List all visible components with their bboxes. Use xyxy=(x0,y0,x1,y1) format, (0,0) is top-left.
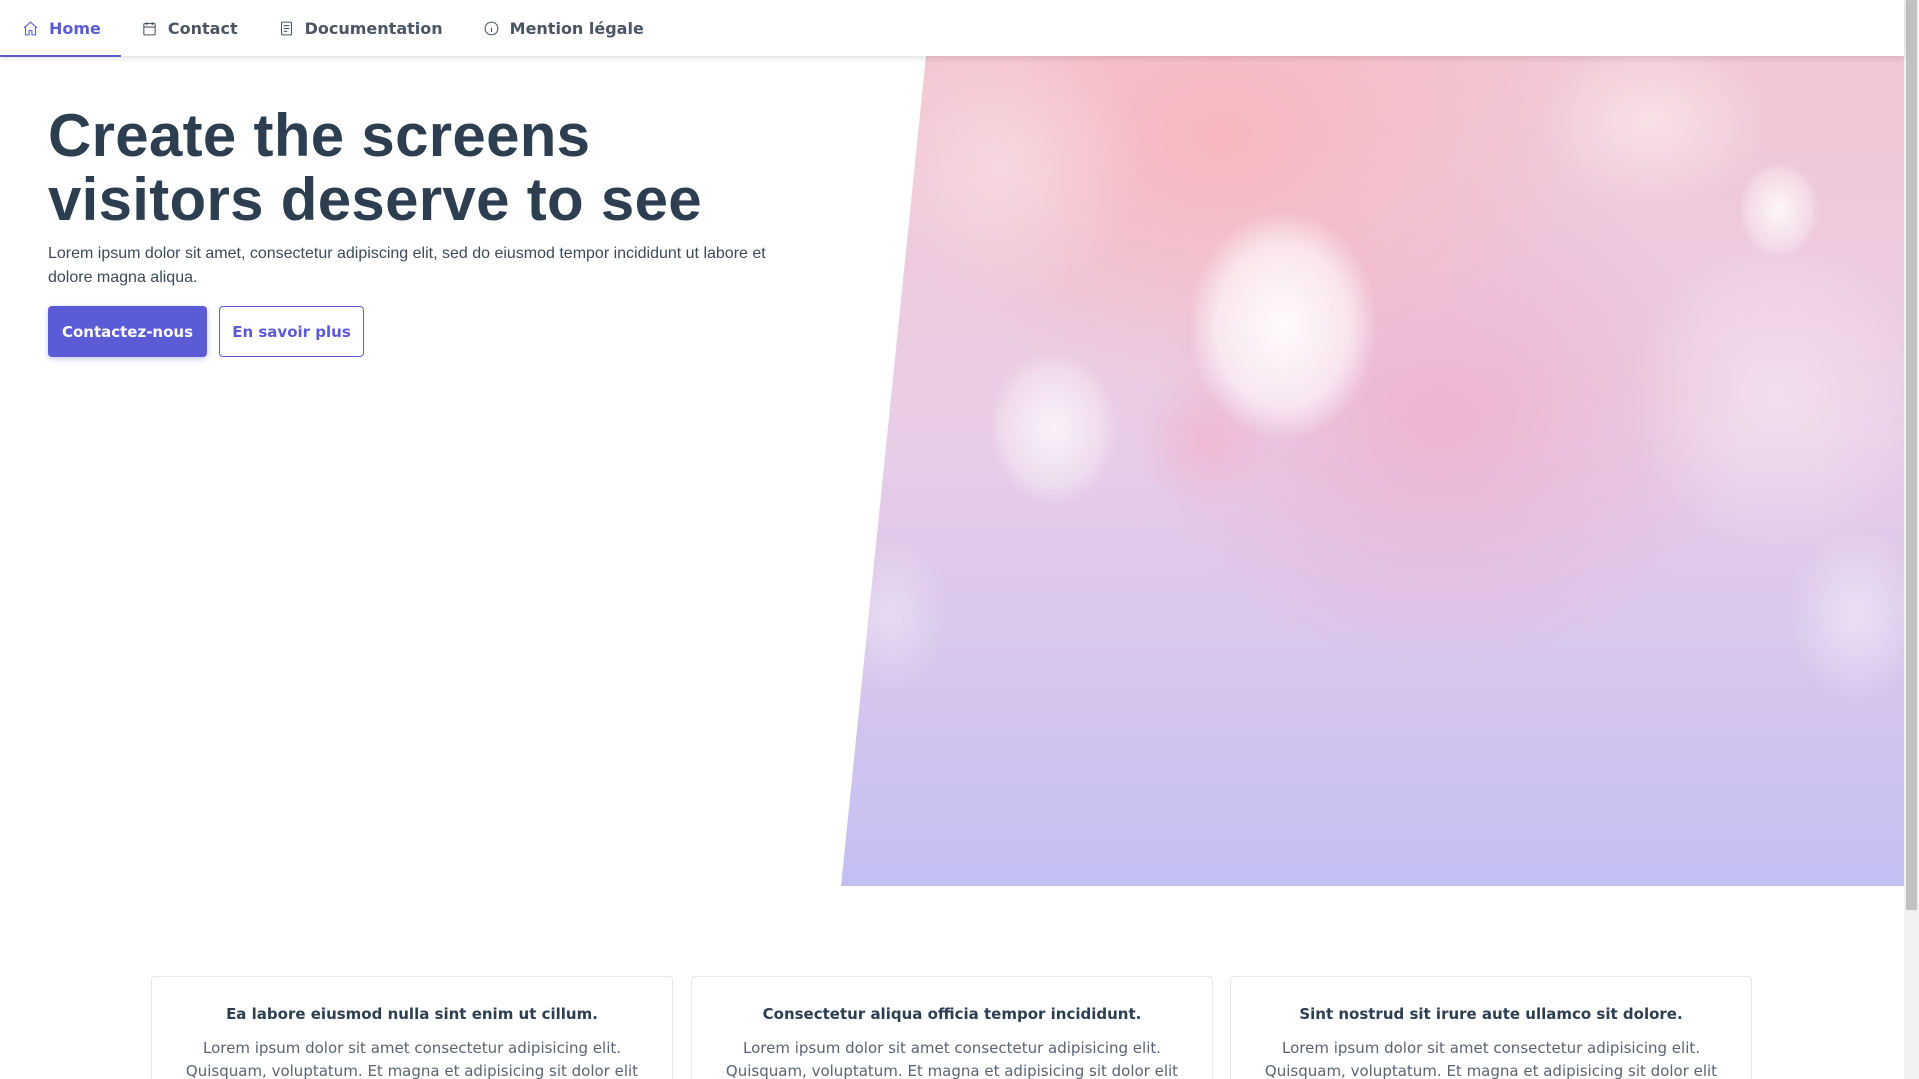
hero-section: Create the screens visitors deserve to s… xyxy=(0,56,1904,886)
feature-card-title: Consectetur aliqua officia tempor incidi… xyxy=(762,1005,1142,1023)
nav-item-home[interactable]: Home xyxy=(0,0,121,57)
contact-us-button[interactable]: Contactez-nous xyxy=(48,306,207,357)
feature-cards: Ea labore eiusmod nulla sint enim ut cil… xyxy=(151,976,1752,1079)
nav-item-mention-legale[interactable]: Mention légale xyxy=(463,0,664,56)
scrollbar-thumb[interactable] xyxy=(1906,0,1917,910)
nav-item-documentation[interactable]: Documentation xyxy=(258,0,463,56)
feature-card-text: Lorem ipsum dolor sit amet consectetur a… xyxy=(725,1039,1179,1079)
info-icon xyxy=(484,21,499,35)
home-icon xyxy=(23,20,38,35)
feature-card-title: Ea labore eiusmod nulla sint enim ut cil… xyxy=(226,1005,598,1023)
feature-card: Ea labore eiusmod nulla sint enim ut cil… xyxy=(151,976,673,1079)
learn-more-button[interactable]: En savoir plus xyxy=(219,306,364,357)
vertical-scrollbar[interactable] xyxy=(1904,0,1919,1079)
feature-card-text: Lorem ipsum dolor sit amet consectetur a… xyxy=(185,1039,639,1079)
nav-item-contact[interactable]: Contact xyxy=(121,0,258,56)
nav-item-label: Documentation xyxy=(304,18,443,38)
feature-card-text: Lorem ipsum dolor sit amet consectetur a… xyxy=(1264,1039,1718,1079)
nav-item-label: Mention légale xyxy=(509,18,644,38)
hero-bokeh-image xyxy=(841,56,1904,886)
top-navigation: Home Contact Documentation Mention légal… xyxy=(0,0,1904,57)
feature-card: Sint nostrud sit irure aute ullamco sit … xyxy=(1230,976,1752,1079)
nav-item-label: Home xyxy=(49,18,101,38)
feature-card-title: Sint nostrud sit irure aute ullamco sit … xyxy=(1299,1005,1683,1023)
calendar-icon xyxy=(143,21,156,35)
document-icon xyxy=(280,21,292,35)
hero-description: Lorem ipsum dolor sit amet, consectetur … xyxy=(48,245,766,286)
feature-card: Consectetur aliqua officia tempor incidi… xyxy=(691,976,1213,1079)
hero-title: Create the screens visitors deserve to s… xyxy=(48,102,702,233)
nav-item-label: Contact xyxy=(167,18,238,38)
